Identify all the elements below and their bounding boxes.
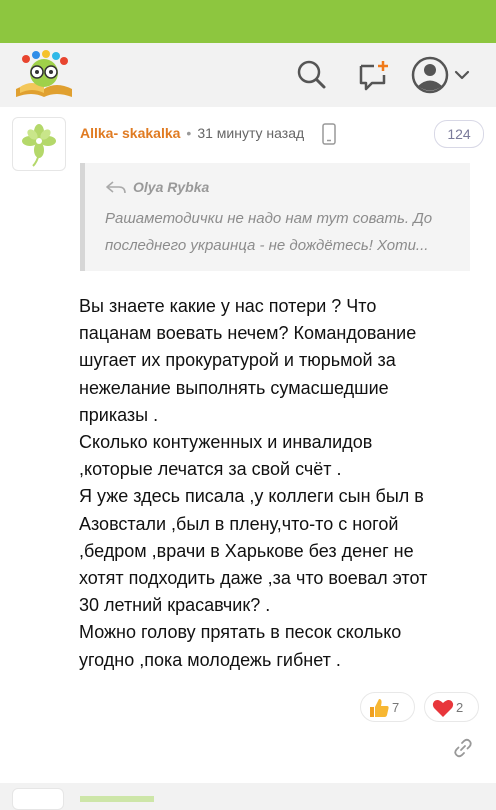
comment-card: Allka- skakalka • 31 минуту назад 124 Olya…	[0, 107, 496, 783]
body-line: хотят подходить даже ,за что воевал этот	[79, 568, 428, 589]
comment-body: Вы знаете какие у нас потери ? Что пацан…	[79, 293, 479, 674]
user-avatar-icon[interactable]	[410, 55, 450, 95]
heart-reaction-button[interactable]: 2	[424, 692, 479, 722]
reply-arrow-icon	[106, 181, 126, 194]
chevron-down-icon[interactable]	[452, 55, 472, 95]
heart-count: 2	[456, 700, 464, 715]
body-line: угодно ,пока молодежь гибнет .	[79, 649, 341, 670]
body-line: 30 летний красавчик? .	[79, 595, 271, 616]
body-line: Азовстали ,был в плену,что-то с ногой	[79, 513, 399, 534]
body-line: приказы .	[79, 404, 159, 425]
search-icon[interactable]	[292, 55, 332, 95]
mobile-phone-icon	[322, 123, 336, 145]
thumbs-up-icon	[370, 699, 389, 717]
clover-avatar-icon	[22, 124, 56, 167]
app-header	[0, 43, 496, 108]
quote-line: Рашаметодички не надо нам тут совать. До	[105, 210, 433, 227]
comment-author[interactable]: Allka- skakalka	[80, 125, 180, 141]
top-accent-bar	[0, 0, 496, 43]
avatar[interactable]	[12, 117, 66, 171]
quote-line: последнего украинца - не дождётесь! Хоти…	[105, 237, 429, 254]
new-message-icon[interactable]	[354, 55, 394, 95]
comment-meta: Allka- skakalka • 31 минуту назад	[80, 125, 304, 141]
heart-icon	[432, 700, 454, 717]
link-icon[interactable]	[452, 737, 474, 759]
comment-time: 31 минуту назад	[197, 125, 305, 141]
body-line: Я уже здесь писала ,у коллеги сын был в	[79, 486, 424, 507]
like-reaction-button[interactable]: 7	[360, 692, 415, 722]
quoted-text: Рашаметодички не надо нам тут совать. До…	[105, 205, 465, 259]
next-comment-author[interactable]	[80, 796, 154, 802]
quoted-author: Olya Rybka	[133, 179, 210, 195]
body-line: шугает их прокуратурой и тюрьмой за	[79, 350, 396, 371]
body-line: Можно голову прятать в песок сколько	[79, 622, 402, 643]
comment-number-badge[interactable]: 124	[434, 120, 484, 148]
bookworm-logo-icon[interactable]	[12, 49, 76, 101]
separator-dot: •	[186, 125, 192, 141]
body-line: Сколько контуженных и инвалидов	[79, 432, 373, 453]
body-line: ,бедром ,врачи в Харькове без денег не	[79, 540, 414, 561]
body-line: ,которые лечатся за свой счёт .	[79, 459, 342, 480]
body-line: нежелание выполнять сумасшедшие	[79, 377, 389, 398]
like-count: 7	[392, 700, 400, 715]
next-comment-avatar[interactable]	[12, 788, 64, 810]
body-line: пацанам воевать нечем? Командование	[79, 323, 417, 344]
body-line: Вы знаете какие у нас потери ? Что	[79, 296, 377, 316]
quoted-reply[interactable]: Olya Rybka Рашаметодички не надо нам тут…	[80, 163, 470, 271]
